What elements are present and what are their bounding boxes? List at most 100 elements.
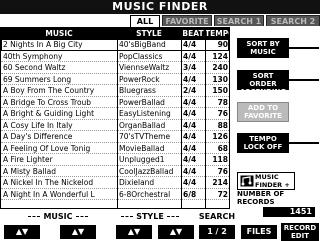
music-finder-plus-label: MUSIC FINDER + (255, 173, 290, 189)
column-divider (181, 28, 182, 208)
sort-order-button[interactable]: SORT ORDER ASCENDING (237, 70, 289, 96)
style-cell: PowerBallad (119, 97, 165, 107)
column-header-style[interactable]: STYLE (117, 28, 181, 39)
music-cell: A Cosy Life In Italy (3, 120, 73, 130)
style-cell: PopClassics (119, 51, 163, 61)
style-cell: CoolJazzBallad (119, 166, 174, 176)
button-connector (289, 79, 319, 81)
tempo-cell: 88 (217, 120, 228, 130)
tempo-cell: 214 (212, 178, 228, 187)
tempo-cell: 118 (212, 155, 228, 164)
record-edit-button[interactable]: RECORD EDIT (281, 223, 319, 241)
style-scroll-up-down-button[interactable]: ▲▼ (116, 225, 152, 239)
beat-cell: 4/4 (183, 109, 197, 118)
search-page-button[interactable]: 1 / 2 (199, 225, 235, 239)
style-cell: ViennseWaltz (119, 63, 170, 72)
tempo-cell: 240 (212, 63, 228, 72)
page-title: MUSIC FINDER (0, 0, 320, 14)
tempo-cell: 126 (212, 132, 228, 141)
column-divider (117, 28, 118, 208)
table-row[interactable]: A Day's Difference 70'sTVTheme 4/4 126 (1, 131, 229, 143)
column-header-tempo[interactable]: TEMPO (205, 28, 229, 39)
music-scroll-up-down-button[interactable]: ▲▼ (60, 225, 96, 239)
music-cell: A Nickel In The Nickelod (3, 178, 94, 187)
style-group-label: STYLE (106, 212, 194, 222)
music-list: MUSIC STYLE BEAT TEMPO 2 Nights In A Big… (0, 27, 230, 209)
button-connector (289, 47, 319, 49)
music-cell: A Bridge To Cross Troub (3, 97, 92, 107)
music-cell: A Misty Ballad (3, 166, 57, 176)
beat-cell: 3/4 (183, 63, 197, 72)
tab-favorite[interactable]: FAVORITE (162, 15, 212, 26)
search-group-label: SEARCH (198, 212, 236, 221)
music-cell: 40th Symphony (3, 51, 63, 61)
table-row[interactable]: A Night In A Wonderful L 6-8Orchestral 6/8… (1, 189, 229, 200)
style-cell: Bluegrass (119, 86, 156, 95)
tab-search-1[interactable]: SEARCH 1 (214, 15, 264, 26)
table-row[interactable]: A Misty Ballad CoolJazzBallad 4/4 76 (1, 166, 229, 177)
music-cell: A Boy From The Country (3, 86, 95, 95)
tempo-cell: 72 (217, 189, 228, 199)
table-row[interactable]: 69 Summers Long PowerRock 4/4 130 (1, 74, 229, 85)
tab-all[interactable]: ALL (130, 15, 160, 27)
beat-cell: 4/4 (183, 40, 197, 49)
style-scroll-up-down-button[interactable]: ▲▼ (158, 225, 194, 239)
style-cell: 6-8Orchestral (119, 189, 171, 199)
table-row[interactable]: A Bridge To Cross Troub PowerBallad 4/4 78 (1, 97, 229, 108)
list-rows: 2 Nights In A Big City 40'sBigBand 4/4 90 40… (1, 39, 229, 200)
tempo-cell: 78 (217, 97, 228, 107)
style-cell: Unplugged1 (119, 155, 165, 164)
music-cell: A Night In A Wonderful L (3, 189, 95, 199)
tempo-cell: 130 (212, 74, 228, 84)
style-cell: Dixieland (119, 178, 155, 187)
music-cell: A Fire Lighter (3, 155, 53, 164)
add-to-favorite-button[interactable]: ADD TO FAVORITE (237, 102, 289, 122)
beat-cell: 4/4 (183, 132, 197, 141)
table-row[interactable]: 2 Nights In A Big City 40'sBigBand 4/4 90 (1, 39, 229, 51)
tab-bar: ALL FAVORITE SEARCH 1 SEARCH 2 (0, 15, 320, 27)
table-row[interactable]: 40th Symphony PopClassics 4/4 124 (1, 51, 229, 62)
bottom-bar: MUSIC STYLE SEARCH ▲▼ ▲▼ ▲▼ ▲▼ 1 / 2 FIL… (0, 212, 320, 241)
style-cell: PowerRock (119, 74, 160, 84)
music-cell: 69 Summers Long (3, 74, 72, 84)
style-cell: MovieBallad (119, 143, 165, 153)
table-row[interactable]: A Boy From The Country Bluegrass 2/4 150 (1, 85, 229, 97)
beat-cell: 4/4 (183, 51, 197, 61)
music-cell: 60 Second Waltz (3, 63, 66, 72)
music-finder-plus-icon (240, 175, 254, 187)
beat-cell: 4/4 (183, 120, 197, 130)
tempo-cell: 68 (217, 143, 228, 153)
column-header-music[interactable]: MUSIC (1, 28, 117, 39)
style-cell: 70'sTVTheme (119, 132, 171, 141)
list-header: MUSIC STYLE BEAT TEMPO (1, 28, 229, 39)
column-header-beat[interactable]: BEAT (181, 28, 205, 39)
music-finder-screen: MUSIC FINDER ALL FAVORITE SEARCH 1 SEARC… (0, 0, 320, 241)
music-cell: A Feeling Of Love Tonig (3, 143, 91, 153)
beat-cell: 2/4 (183, 86, 197, 95)
files-button[interactable]: FILES (241, 225, 277, 239)
column-divider (205, 28, 206, 208)
sort-by-music-button[interactable]: SORT BY MUSIC (237, 38, 289, 58)
beat-cell: 4/4 (183, 143, 197, 153)
table-row[interactable]: A Bright & Guiding Light EasyListening 4/4… (1, 108, 229, 120)
music-finder-plus-badge: MUSIC FINDER + (237, 172, 295, 190)
tab-search-2[interactable]: SEARCH 2 (266, 15, 320, 26)
tempo-cell: 124 (212, 51, 228, 61)
table-row[interactable]: A Feeling Of Love Tonig MovieBallad 4/4 68 (1, 143, 229, 154)
tempo-cell: 76 (217, 109, 228, 118)
table-row[interactable]: A Nickel In The Nickelod Dixieland 4/4 214 (1, 177, 229, 189)
music-cell: A Bright & Guiding Light (3, 109, 95, 118)
beat-cell: 4/4 (183, 155, 197, 164)
music-scroll-up-down-button[interactable]: ▲▼ (4, 225, 40, 239)
beat-cell: 4/4 (183, 74, 197, 84)
button-connector (289, 142, 319, 144)
style-cell: OrganBallad (119, 120, 166, 130)
table-row[interactable]: 60 Second Waltz ViennseWaltz 3/4 240 (1, 62, 229, 74)
tempo-cell: 90 (217, 40, 228, 49)
tempo-lock-button[interactable]: TEMPO LOCK OFF (237, 133, 289, 153)
table-row[interactable]: A Fire Lighter Unplugged1 4/4 118 (1, 154, 229, 166)
music-cell: 2 Nights In A Big City (3, 40, 83, 49)
number-of-records-label: NUMBER OF RECORDS (237, 190, 285, 206)
music-group-label: MUSIC (10, 212, 106, 222)
table-row[interactable]: A Cosy Life In Italy OrganBallad 4/4 88 (1, 120, 229, 131)
